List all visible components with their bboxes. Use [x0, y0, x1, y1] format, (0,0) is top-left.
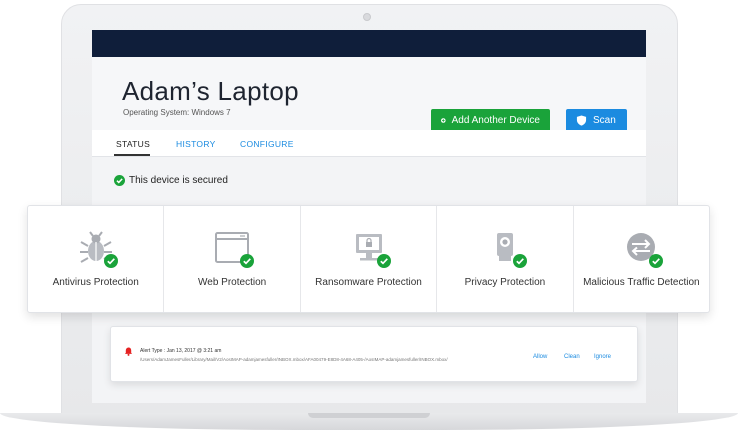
operating-system-label: Operating System: Windows 7 — [123, 108, 231, 117]
camera-dot — [363, 13, 371, 21]
check-circle-icon — [114, 175, 125, 186]
device-header: Adam’s Laptop Operating System: Windows … — [92, 57, 646, 132]
tab-status[interactable]: STATUS — [116, 139, 150, 149]
shield-icon — [576, 115, 587, 126]
add-another-device-label: Add Another Device — [451, 115, 540, 126]
check-badge-icon — [376, 254, 391, 268]
alert-row: Alert Type : Jan 13, 2017 @ 3:21 am /Use… — [110, 326, 638, 382]
check-badge-icon — [512, 254, 527, 268]
alert-type-line: Alert Type : Jan 13, 2017 @ 3:21 am — [140, 348, 222, 354]
protection-card-malicious-traffic[interactable]: Malicious Traffic Detection — [574, 206, 709, 312]
plus-circle-icon — [441, 118, 446, 123]
tab-history[interactable]: HISTORY — [176, 139, 216, 149]
check-badge-icon — [649, 254, 664, 268]
scan-button[interactable]: Scan — [566, 109, 627, 132]
security-status: This device is secured — [114, 175, 228, 186]
protection-card-antivirus[interactable]: Antivirus Protection — [28, 206, 165, 312]
tab-bar: STATUS HISTORY CONFIGURE — [92, 130, 646, 157]
protection-label-malicious-traffic: Malicious Traffic Detection — [583, 277, 700, 288]
protection-label-privacy: Privacy Protection — [464, 277, 546, 288]
alert-file-path: /Users/AdamJamesFuller/Library/Mail/V2/A… — [140, 357, 448, 362]
protection-label-web: Web Protection — [198, 277, 267, 288]
laptop-base-notch — [308, 413, 430, 418]
add-another-device-button[interactable]: Add Another Device — [431, 109, 550, 132]
protection-cards: Antivirus Protection Web Protection Rans… — [27, 205, 710, 313]
tab-configure[interactable]: CONFIGURE — [240, 139, 294, 149]
ignore-link[interactable]: Ignore — [594, 354, 611, 360]
top-navigation-bar — [92, 30, 646, 57]
check-badge-icon — [103, 254, 118, 268]
protection-card-ransomware[interactable]: Ransomware Protection — [301, 206, 438, 312]
security-status-text: This device is secured — [129, 175, 228, 186]
protection-label-antivirus: Antivirus Protection — [52, 277, 139, 288]
protection-card-web[interactable]: Web Protection — [164, 206, 301, 312]
protection-label-ransomware: Ransomware Protection — [315, 277, 422, 288]
page-title: Adam’s Laptop — [122, 76, 299, 106]
bell-icon — [124, 347, 133, 356]
active-tab-indicator — [114, 154, 150, 156]
check-badge-icon — [240, 254, 255, 268]
scan-label: Scan — [593, 115, 616, 126]
protection-card-privacy[interactable]: Privacy Protection — [437, 206, 574, 312]
clean-link[interactable]: Clean — [564, 354, 580, 360]
allow-link[interactable]: Allow — [533, 354, 547, 360]
